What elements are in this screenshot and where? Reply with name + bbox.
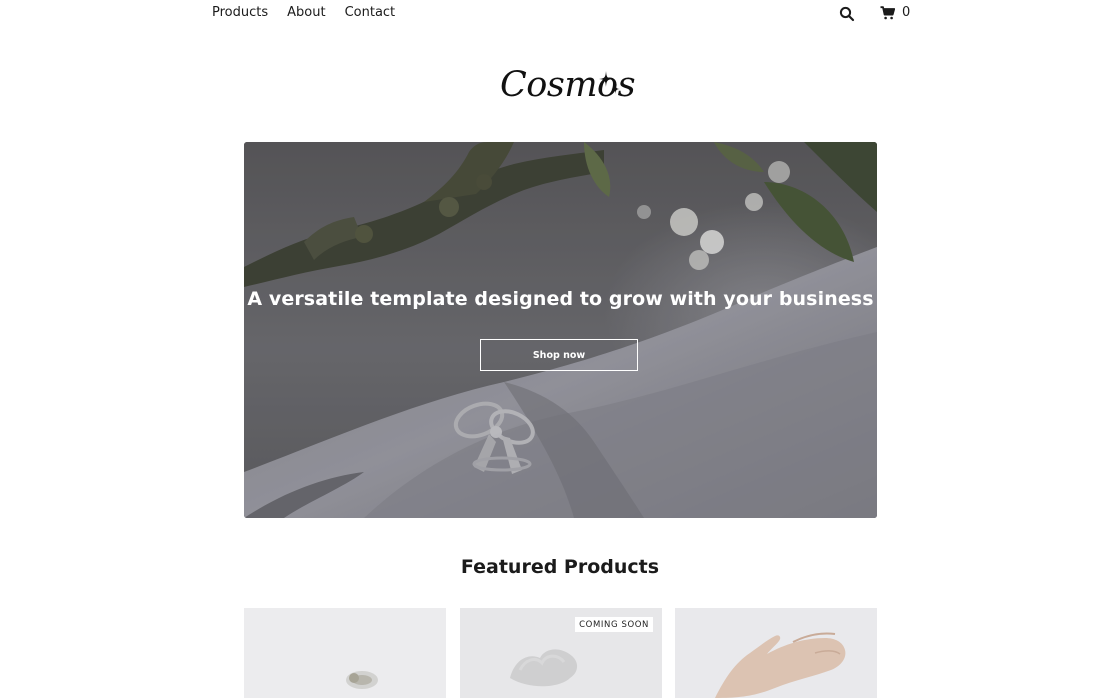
top-navigation-bar: Products About Contact 0 (0, 0, 1120, 28)
cart-button[interactable]: 0 (880, 5, 910, 20)
product-card[interactable] (675, 608, 877, 698)
search-icon (839, 6, 855, 22)
brand-logo[interactable]: Cosmos (500, 66, 636, 114)
nav-link-about[interactable]: About (287, 5, 325, 20)
featured-products-title: Featured Products (460, 556, 660, 578)
hero-headline: A versatile template designed to grow wi… (247, 288, 874, 310)
nav-link-contact[interactable]: Contact (345, 5, 396, 20)
search-button[interactable] (839, 6, 855, 22)
nav-link-products[interactable]: Products (212, 5, 268, 20)
sparkle-small-icon (611, 84, 620, 94)
hero-banner: A versatile template designed to grow wi… (244, 142, 877, 518)
product-image (675, 608, 877, 698)
main-nav: Products About Contact (212, 5, 395, 20)
coming-soon-badge: COMING SOON (575, 617, 653, 632)
cart-count: 0 (902, 5, 911, 20)
product-card[interactable] (244, 608, 446, 698)
hero-image (244, 142, 877, 518)
cart-icon (880, 5, 895, 19)
shop-now-button[interactable]: Shop now (480, 339, 638, 371)
product-image (244, 608, 446, 698)
product-card[interactable]: COMING SOON (460, 608, 662, 698)
